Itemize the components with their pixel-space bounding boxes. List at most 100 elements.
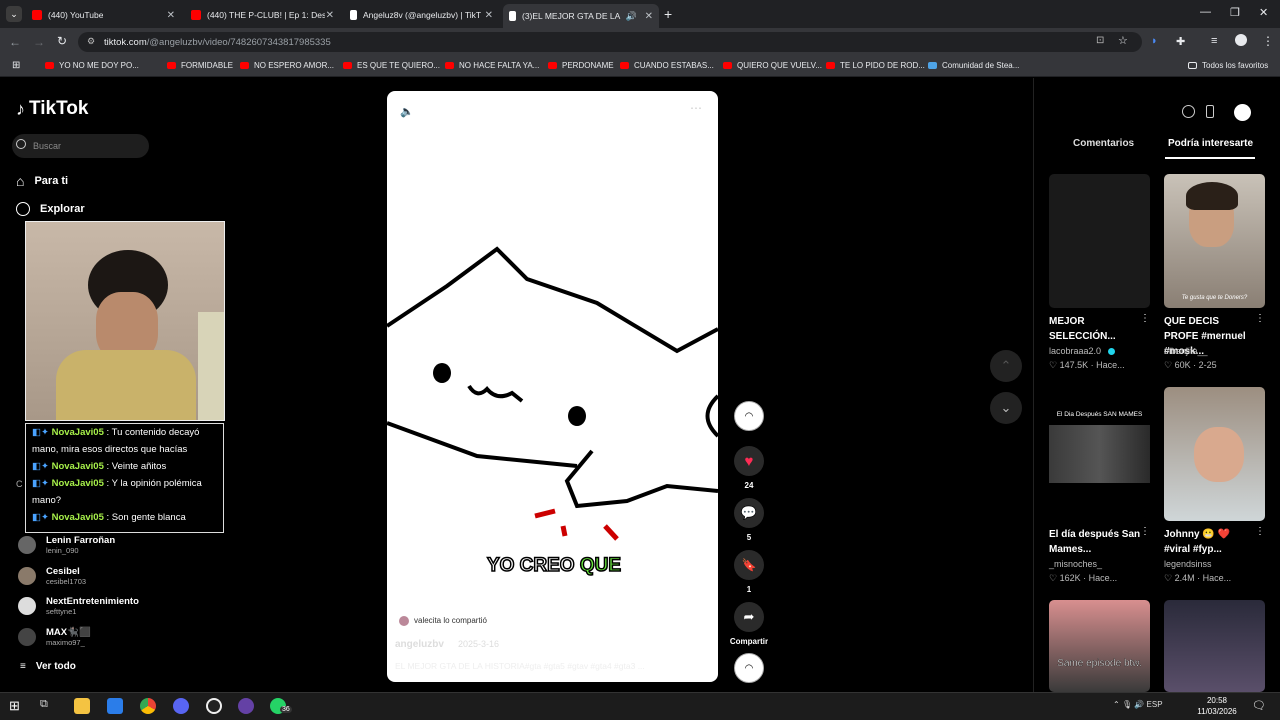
- youtube-icon: [191, 10, 201, 20]
- following-account[interactable]: NextEntretenimiento sefttyne1: [18, 596, 139, 616]
- chrome-icon[interactable]: [140, 698, 156, 714]
- back-icon[interactable]: ←: [9, 35, 21, 49]
- store-icon[interactable]: [107, 698, 123, 714]
- tab-tiktok-video[interactable]: (3)EL MEJOR GTA DE LA HI 🔊 ✕: [503, 4, 659, 28]
- bookmark-item[interactable]: TE LO PIDO DE ROD...: [826, 61, 925, 70]
- tab-comentarios[interactable]: Comentarios: [1073, 138, 1134, 149]
- avatar: [18, 536, 36, 554]
- youtube-icon: [45, 62, 54, 69]
- shared-by-badge[interactable]: valecita lo compartió: [395, 612, 495, 629]
- tab-tiktok-profile[interactable]: Angeluz8v (@angeluzbv) | TikT ✕: [344, 4, 499, 26]
- sound-disc[interactable]: ◠: [734, 653, 764, 683]
- search-input[interactable]: Buscar: [12, 134, 149, 158]
- media-icon[interactable]: ≡: [1211, 35, 1217, 47]
- following-account[interactable]: MAX🐈‍⬛⬛ maximo97_: [18, 627, 91, 647]
- lang-label[interactable]: ESP: [1147, 700, 1163, 709]
- video-player[interactable]: 🔈 ⋯: [387, 91, 718, 682]
- more-options-icon[interactable]: ⋮: [1140, 526, 1150, 537]
- all-favorites-folder[interactable]: Todos los favoritos: [1188, 61, 1268, 70]
- clock[interactable]: 20:58 11/03/2026: [1197, 695, 1237, 717]
- scroll-up-button[interactable]: ⌃: [990, 350, 1022, 382]
- tab-youtube[interactable]: (440) YouTube ✕: [26, 4, 181, 26]
- bookmark-item[interactable]: YO NO ME DOY PO...: [45, 61, 139, 70]
- bookmark-item[interactable]: CUANDO ESTABAS...: [620, 61, 714, 70]
- video-author[interactable]: angeluzbv: [395, 639, 444, 650]
- close-tab-icon[interactable]: ✕: [326, 10, 334, 21]
- video-card[interactable]: Te gusta que te Doners?: [1164, 174, 1265, 308]
- menu-icon[interactable]: ⋮: [1262, 34, 1274, 48]
- browser-tab-strip: ⌄ (440) YouTube ✕ (440) THE P-CLUB! | Ep …: [0, 0, 1280, 28]
- install-icon[interactable]: ⊡: [1096, 35, 1104, 46]
- creator-avatar[interactable]: ◠: [734, 401, 764, 431]
- bookmark-star-icon[interactable]: ☆: [1118, 34, 1128, 47]
- file-explorer-icon[interactable]: [74, 698, 90, 714]
- address-bar[interactable]: ⚙ tiktok.com/@angeluzbv/video/7482607343…: [78, 32, 1142, 52]
- more-options-icon[interactable]: ⋮: [1255, 526, 1265, 537]
- bookmark-item[interactable]: NO ESPERO AMOR...: [240, 61, 334, 70]
- close-tab-icon[interactable]: ✕: [167, 10, 175, 21]
- card-stat: ♡ 162K · Hace...: [1049, 573, 1118, 583]
- save-button[interactable]: 🔖: [734, 550, 764, 580]
- more-options-icon[interactable]: ⋮: [1255, 313, 1265, 324]
- more-link[interactable]: más: [688, 661, 705, 671]
- profile-icon[interactable]: [1235, 34, 1247, 46]
- bookmark-item[interactable]: PERDONAME: [548, 61, 614, 70]
- mic-icon[interactable]: 🎙: [1122, 700, 1134, 709]
- windows-start-icon[interactable]: ⊞: [9, 698, 25, 714]
- more-options-icon[interactable]: ⋯: [690, 101, 702, 115]
- nav-explorar[interactable]: Explorar: [16, 202, 85, 216]
- profile-avatar[interactable]: [1234, 104, 1251, 121]
- apps-icon[interactable]: ⊞: [12, 60, 20, 71]
- mute-icon[interactable]: 🔈: [400, 105, 414, 118]
- bookmark-item[interactable]: NO HACE FALTA YA...: [445, 61, 539, 70]
- tab-search-icon[interactable]: ⌄: [6, 6, 22, 22]
- speaker-icon[interactable]: 🔊: [626, 11, 637, 22]
- reload-icon[interactable]: ↻: [57, 34, 67, 48]
- compass-small-icon[interactable]: [1182, 105, 1195, 118]
- task-view-icon[interactable]: ⧉: [40, 698, 56, 714]
- video-card[interactable]: [1164, 600, 1265, 692]
- nav-para-ti[interactable]: ⌂ Para ti: [16, 173, 68, 189]
- like-button[interactable]: ♥: [734, 446, 764, 476]
- card-stat: ♡ 147.5K · Hace...: [1049, 360, 1125, 370]
- new-tab-button[interactable]: +: [664, 6, 672, 22]
- bookmark-item[interactable]: QUIERO QUE VUELV...: [723, 61, 822, 70]
- youtube-icon: [32, 10, 42, 20]
- bookmark-item[interactable]: ES QUE TE QUIERO...: [343, 61, 440, 70]
- minimize-icon[interactable]: —: [1200, 6, 1211, 18]
- share-button[interactable]: ➦: [734, 602, 764, 632]
- puzzle-icon[interactable]: ✚: [1176, 35, 1185, 48]
- scroll-down-button[interactable]: ⌄: [990, 392, 1022, 424]
- close-tab-icon[interactable]: ✕: [485, 10, 493, 21]
- comment-button[interactable]: 💬: [734, 498, 764, 528]
- card-overlay-text: Te gusta que te Doners?: [1181, 295, 1248, 301]
- app-icon[interactable]: [206, 698, 222, 714]
- video-card[interactable]: El Dia Después SAN MAMES: [1049, 387, 1150, 521]
- tab-pclub[interactable]: (440) THE P-CLUB! | Ep 1: Desp ✕: [185, 4, 340, 26]
- tab-podria-interesarte[interactable]: Podría interesarte: [1168, 138, 1253, 149]
- following-account[interactable]: Cesibel cesibel1703: [18, 566, 86, 586]
- tiktok-logo[interactable]: ♪ TikTok: [16, 98, 88, 120]
- webcam-overlay: [25, 221, 225, 421]
- chevron-up-icon[interactable]: ⌃: [1113, 700, 1122, 709]
- following-account[interactable]: Lenin Farroñan lenin_090: [18, 535, 115, 555]
- app-icon[interactable]: [238, 698, 254, 714]
- site-info-icon[interactable]: ⚙: [87, 36, 95, 47]
- bookmark-item[interactable]: Comunidad de Stea...: [928, 61, 1019, 70]
- bookmark-item[interactable]: FORMIDABLE: [167, 61, 233, 70]
- close-window-icon[interactable]: ✕: [1259, 6, 1268, 19]
- video-card[interactable]: [1164, 387, 1265, 521]
- device-icon[interactable]: [1206, 105, 1214, 118]
- forward-icon[interactable]: →: [33, 35, 45, 49]
- notifications-icon[interactable]: 🗨: [1252, 699, 1266, 712]
- see-all-link[interactable]: ≡ Ver todo: [20, 661, 76, 672]
- extension-icon[interactable]: ◗: [1151, 35, 1158, 47]
- close-tab-icon[interactable]: ✕: [645, 11, 653, 22]
- video-card[interactable]: Same episode btw.: [1049, 600, 1150, 692]
- app-icon[interactable]: [173, 698, 189, 714]
- video-card[interactable]: [1049, 174, 1150, 308]
- more-options-icon[interactable]: ⋮: [1140, 313, 1150, 324]
- volume-icon[interactable]: 🔊: [1134, 700, 1146, 709]
- windows-taskbar: [0, 692, 1280, 720]
- restore-icon[interactable]: ❐: [1230, 6, 1240, 19]
